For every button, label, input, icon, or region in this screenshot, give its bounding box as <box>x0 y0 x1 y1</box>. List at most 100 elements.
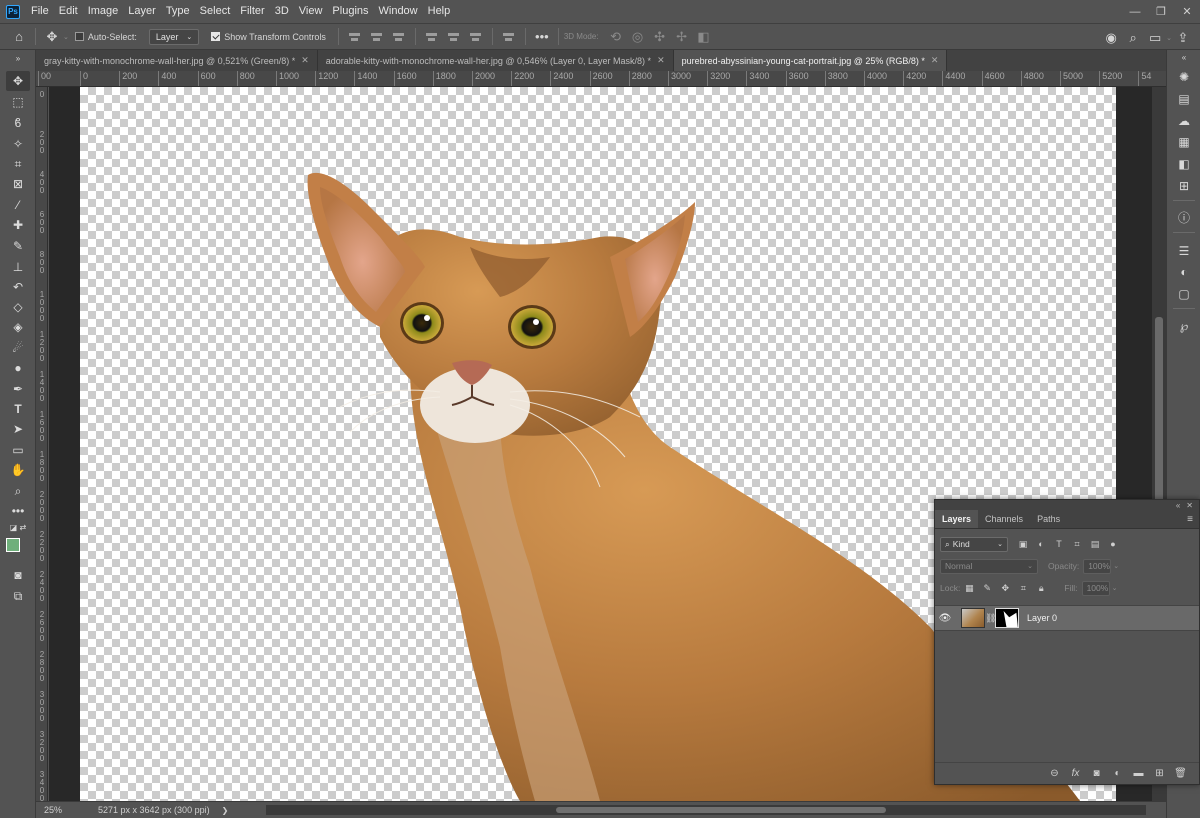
link-layers-icon[interactable]: ⊖ <box>1044 768 1065 779</box>
chevron-down-icon[interactable]: ⌄ <box>1113 562 1119 570</box>
lock-position-icon[interactable]: ✥ <box>998 583 1012 594</box>
panel-close-icon[interactable]: ✕ <box>1186 501 1193 510</box>
eyedropper-tool-icon[interactable]: ⁄ <box>6 195 30 215</box>
align-bottom-icon[interactable] <box>469 31 483 43</box>
3d-orbit-icon[interactable]: ⟲ <box>605 29 627 45</box>
panel-collapse-icon[interactable]: « <box>1176 501 1180 510</box>
lock-artboard-icon[interactable]: ⌗ <box>1016 583 1030 594</box>
smudge-tool-icon[interactable]: ☄ <box>6 338 30 358</box>
rectangle-tool-icon[interactable]: ▭ <box>6 440 30 460</box>
dodge-tool-icon[interactable]: ● <box>6 358 30 378</box>
auto-select-check-icon[interactable] <box>74 32 84 41</box>
filter-pixel-icon[interactable]: ▣ <box>1016 539 1030 550</box>
edit-toolbar-icon[interactable]: ••• <box>6 501 30 521</box>
visibility-eye-icon[interactable]: 👁︎ <box>935 613 955 624</box>
magic-wand-tool-icon[interactable]: ✧ <box>6 134 30 154</box>
align-right-icon[interactable] <box>392 31 406 43</box>
dock-collapse-icon[interactable]: « <box>1175 52 1193 62</box>
color-panel-icon[interactable]: ✺ <box>1175 68 1193 86</box>
menu-filter[interactable]: Filter <box>235 0 269 23</box>
type-tool-icon[interactable]: T <box>6 399 30 419</box>
user-icon[interactable]: ◉ <box>1100 30 1122 46</box>
screen-mode-icon[interactable]: ⧉ <box>6 586 30 606</box>
zoom-level[interactable]: 25% <box>44 805 84 815</box>
opacity-input[interactable]: 100% <box>1083 558 1112 574</box>
lock-transparent-icon[interactable]: ▦ <box>962 583 976 594</box>
move-tool-icon[interactable]: ✥ <box>41 29 63 45</box>
share-icon[interactable]: ⇪ <box>1172 30 1194 46</box>
menu-image[interactable]: Image <box>83 0 124 23</box>
3d-roll-icon[interactable]: ◎ <box>627 29 649 45</box>
menu-type[interactable]: Type <box>161 0 195 23</box>
menu-edit[interactable]: Edit <box>54 0 83 23</box>
default-colors-icon[interactable]: ◪ ⇄ <box>6 521 30 533</box>
close-button[interactable]: ✕ <box>1174 0 1200 23</box>
add-mask-icon[interactable]: ◙ <box>1086 768 1107 779</box>
filter-adjustment-icon[interactable]: ◐ <box>1034 539 1048 549</box>
distribute-icon[interactable] <box>502 31 516 43</box>
layer-thumbnail[interactable] <box>961 608 985 628</box>
lock-all-icon[interactable]: 🔒︎ <box>1034 583 1048 594</box>
panel-menu-icon[interactable]: ≡ <box>1187 510 1199 528</box>
frame-tool-icon[interactable]: ⊠ <box>6 174 30 194</box>
zoom-tool-icon[interactable]: ⌕ <box>6 481 30 501</box>
tab-paths[interactable]: Paths <box>1030 510 1067 528</box>
restore-button[interactable]: ❐ <box>1148 0 1174 23</box>
layer-style-fx-icon[interactable]: fx <box>1065 768 1086 779</box>
3d-pan-icon[interactable]: ✣ <box>649 29 671 45</box>
move-tool-icon[interactable]: ✥ <box>6 71 30 91</box>
align-left-icon[interactable] <box>348 31 362 43</box>
close-icon[interactable]: ✕ <box>301 55 309 66</box>
new-layer-icon[interactable]: ⊞ <box>1149 768 1170 779</box>
document-tab[interactable]: adorable-kitty-with-monochrome-wall-her.… <box>318 50 674 71</box>
grid-panel-icon[interactable]: ⊞ <box>1175 177 1193 195</box>
status-menu-arrow-icon[interactable]: ❯ <box>222 806 229 815</box>
info-panel-icon[interactable]: ⓘ <box>1175 208 1193 226</box>
horizontal-ruler[interactable]: 00 0 200 400 600 800 1000 1200 1400 1600 1800 2000 2… <box>36 71 1166 87</box>
filter-type-icon[interactable]: T <box>1052 539 1066 549</box>
quick-mask-icon[interactable]: ◙ <box>6 565 30 585</box>
brush-settings-panel-icon[interactable]: ℘ <box>1175 317 1193 335</box>
menu-help[interactable]: Help <box>423 0 456 23</box>
auto-select-target-dropdown[interactable]: Layer ⌄ <box>148 28 200 45</box>
delete-layer-trash-icon[interactable]: 🗑︎ <box>1170 768 1191 779</box>
auto-select-checkbox[interactable]: Auto-Select: <box>74 32 137 42</box>
swatches-panel-icon[interactable]: ▤ <box>1175 90 1193 108</box>
menu-select[interactable]: Select <box>195 0 236 23</box>
search-icon[interactable]: ⌕ <box>1122 30 1144 46</box>
horizontal-scrollbar-thumb[interactable] <box>556 807 886 813</box>
foreground-color-swatch[interactable] <box>6 538 20 552</box>
menu-plugins[interactable]: Plugins <box>327 0 373 23</box>
eraser-tool-icon[interactable]: ◇ <box>6 297 30 317</box>
lock-image-icon[interactable]: ✎ <box>980 583 994 594</box>
toolbar-collapse-icon[interactable]: » <box>6 53 30 63</box>
menu-file[interactable]: File <box>26 0 54 23</box>
layer-name[interactable]: Layer 0 <box>1027 613 1057 623</box>
hand-tool-icon[interactable]: ✋ <box>6 460 30 480</box>
link-chain-icon[interactable]: ⛓︎ <box>985 613 996 624</box>
libraries-panel-icon[interactable]: ☁ <box>1175 112 1193 130</box>
fill-input[interactable]: 100% <box>1081 580 1110 596</box>
blend-mode-dropdown[interactable]: Normal ⌄ <box>940 558 1038 574</box>
tool-preset-chevron-icon[interactable]: ⌄ <box>63 33 69 41</box>
history-brush-tool-icon[interactable]: ↶ <box>6 277 30 297</box>
close-icon[interactable]: ✕ <box>657 55 665 66</box>
align-middle-icon[interactable] <box>447 31 461 43</box>
vertical-ruler[interactable]: 0 2 0 0 4 0 0 6 0 0 8 0 0 1 0 0 0 1 2 0 0 1 4 0… <box>36 87 48 801</box>
clone-stamp-tool-icon[interactable]: ⊥ <box>6 257 30 277</box>
horizontal-scrollbar[interactable] <box>266 805 1146 815</box>
crop-tool-icon[interactable]: ⌗ <box>6 154 30 174</box>
minimize-button[interactable]: — <box>1122 0 1148 23</box>
new-adjustment-layer-icon[interactable]: ◐ <box>1107 768 1128 779</box>
path-selection-tool-icon[interactable]: ➤ <box>6 419 30 439</box>
document-tab[interactable]: gray-kitty-with-monochrome-wall-her.jpg … <box>36 50 318 71</box>
workspace-icon[interactable]: ▭ <box>1144 30 1166 46</box>
close-icon[interactable]: ✕ <box>931 55 939 66</box>
filter-kind-dropdown[interactable]: ⌕ Kind ⌄ <box>940 536 1008 552</box>
pen-tool-icon[interactable]: ✒ <box>6 379 30 399</box>
menu-view[interactable]: View <box>294 0 328 23</box>
align-top-icon[interactable] <box>425 31 439 43</box>
filter-toggle-icon[interactable]: ● <box>1106 539 1120 549</box>
adjustments-panel-icon[interactable]: ◐ <box>1175 263 1193 281</box>
3d-slide-icon[interactable]: ✢ <box>671 29 693 45</box>
